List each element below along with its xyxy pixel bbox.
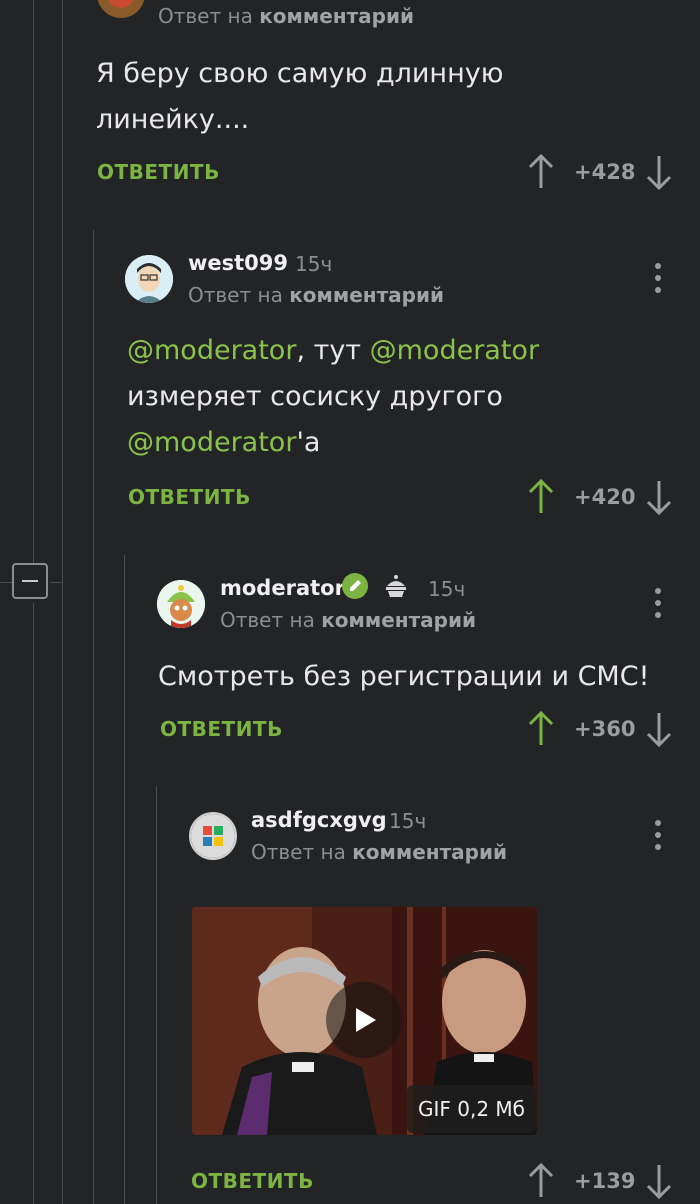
avatar[interactable] — [157, 580, 205, 628]
moderator-avatar-icon — [157, 580, 205, 628]
arrow-up-icon[interactable] — [526, 477, 556, 517]
reply-target-link[interactable]: комментарий — [259, 4, 414, 28]
reply-to-label: Ответ на комментарий — [220, 608, 477, 632]
minus-square-icon — [22, 580, 38, 582]
mention-link[interactable]: @moderator — [127, 427, 296, 458]
mention-link[interactable]: @moderator — [370, 335, 539, 366]
reply-button[interactable]: ОТВЕТИТЬ — [191, 1169, 314, 1193]
reply-button[interactable]: ОТВЕТИТЬ — [128, 485, 251, 509]
user-avatar-icon — [125, 255, 173, 303]
windows-logo-icon — [191, 814, 235, 858]
avatar[interactable] — [125, 255, 173, 303]
author-name[interactable]: moderator — [220, 576, 345, 600]
comment-time: 15ч — [428, 577, 466, 601]
avatar[interactable] — [97, 0, 145, 18]
reply-target-link[interactable]: комментарий — [289, 283, 444, 307]
collapse-thread-button[interactable] — [12, 563, 48, 599]
thread-connector — [0, 582, 12, 583]
arrow-up-icon[interactable] — [526, 1161, 556, 1201]
thread-connector-right — [50, 582, 62, 583]
more-options-button[interactable] — [653, 820, 663, 854]
more-options-button[interactable] — [653, 588, 663, 622]
gif-size-badge: GIF 0,2 Мб — [407, 1085, 536, 1133]
score: +420 — [574, 485, 636, 509]
thread-line-1 — [62, 0, 63, 1204]
author-name[interactable]: west099 — [188, 251, 288, 275]
comment-text: @moderator, тут @moderator измеряет соси… — [127, 335, 540, 458]
arrow-down-icon[interactable] — [644, 709, 674, 749]
thread-line-2 — [93, 230, 94, 1204]
thread-line-4 — [156, 786, 157, 1204]
reply-to-label: Ответ на комментарий — [158, 4, 415, 28]
arrow-down-icon[interactable] — [644, 477, 674, 517]
more-options-button[interactable] — [653, 263, 663, 297]
comment-text: Смотреть без регистрации и СМС! — [158, 661, 650, 692]
comment-time: 15ч — [295, 252, 333, 276]
mention-link[interactable]: @moderator — [127, 335, 296, 366]
thread-line-0b — [33, 603, 34, 1204]
comment-text: Я беру свою самую длинную линейку.... — [96, 58, 504, 135]
avatar[interactable] — [189, 812, 237, 860]
reply-target-link[interactable]: комментарий — [321, 608, 476, 632]
comment-time: 15ч — [389, 809, 427, 833]
author-name[interactable]: asdfgcxgvg — [251, 808, 387, 832]
arrow-down-icon[interactable] — [644, 152, 674, 192]
thread-line-3 — [124, 555, 125, 1204]
reply-button[interactable]: ОТВЕТИТЬ — [97, 160, 220, 184]
arrow-up-icon[interactable] — [526, 709, 556, 749]
thread-line-0 — [33, 0, 34, 565]
arrow-up-icon[interactable] — [526, 152, 556, 192]
arrow-down-icon[interactable] — [644, 1161, 674, 1201]
gif-media[interactable]: GIF 0,2 Мб — [192, 907, 537, 1135]
play-button[interactable] — [326, 982, 402, 1058]
score: +139 — [574, 1169, 636, 1193]
score: +360 — [574, 717, 636, 741]
reply-to-label: Ответ на комментарий — [188, 283, 445, 307]
pencil-badge-icon — [342, 573, 368, 599]
reply-button[interactable]: ОТВЕТИТЬ — [160, 717, 283, 741]
play-icon — [356, 1008, 376, 1032]
cake-icon — [386, 575, 406, 597]
reply-target-link[interactable]: комментарий — [352, 840, 507, 864]
reply-to-label: Ответ на комментарий — [251, 840, 508, 864]
score: +428 — [574, 160, 636, 184]
